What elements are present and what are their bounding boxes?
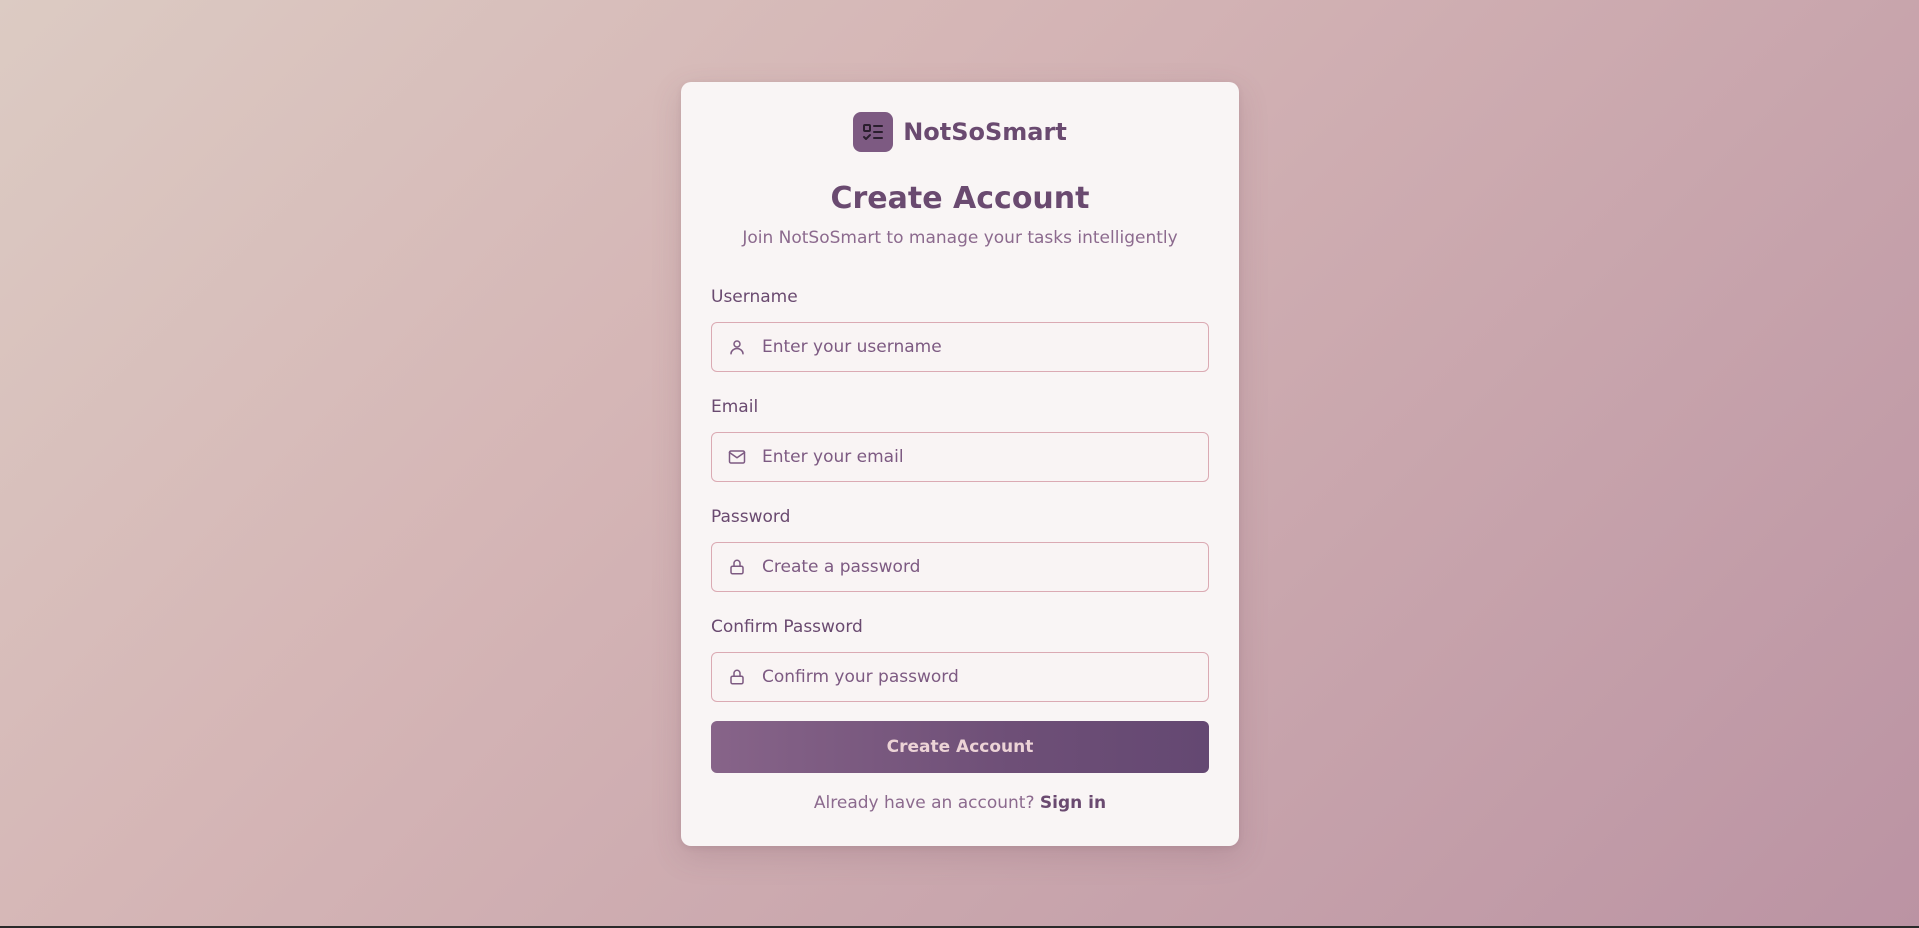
signin-prompt: Already have an account? Sign in — [681, 793, 1239, 813]
lock-icon — [712, 653, 762, 701]
user-icon — [712, 323, 762, 371]
lock-icon — [712, 543, 762, 591]
username-input[interactable] — [762, 325, 1182, 369]
create-account-button[interactable]: Create Account — [711, 721, 1209, 773]
password-field[interactable] — [711, 542, 1209, 592]
email-field[interactable] — [711, 432, 1209, 482]
page-title: Create Account — [830, 181, 1090, 216]
confirm-password-field[interactable] — [711, 652, 1209, 702]
page-subtitle: Join NotSoSmart to manage your tasks int… — [742, 228, 1178, 248]
checklist-icon — [853, 112, 894, 152]
signin-prompt-text: Already have an account? — [813, 793, 1035, 813]
username-field[interactable] — [711, 322, 1209, 372]
email-input[interactable] — [762, 435, 1182, 479]
signup-card: NotSoSmart Create Account Join NotSoSmar… — [681, 82, 1239, 846]
confirm-password-input[interactable] — [762, 655, 1182, 699]
brand-name: NotSoSmart — [903, 118, 1067, 146]
username-label: Username — [711, 287, 798, 307]
confirm-password-label: Confirm Password — [711, 617, 863, 637]
signin-link[interactable]: Sign in — [1040, 793, 1106, 813]
password-input[interactable] — [762, 545, 1182, 589]
email-label: Email — [711, 397, 759, 417]
mail-icon — [712, 433, 762, 481]
brand: NotSoSmart — [681, 112, 1239, 152]
password-label: Password — [711, 507, 791, 527]
